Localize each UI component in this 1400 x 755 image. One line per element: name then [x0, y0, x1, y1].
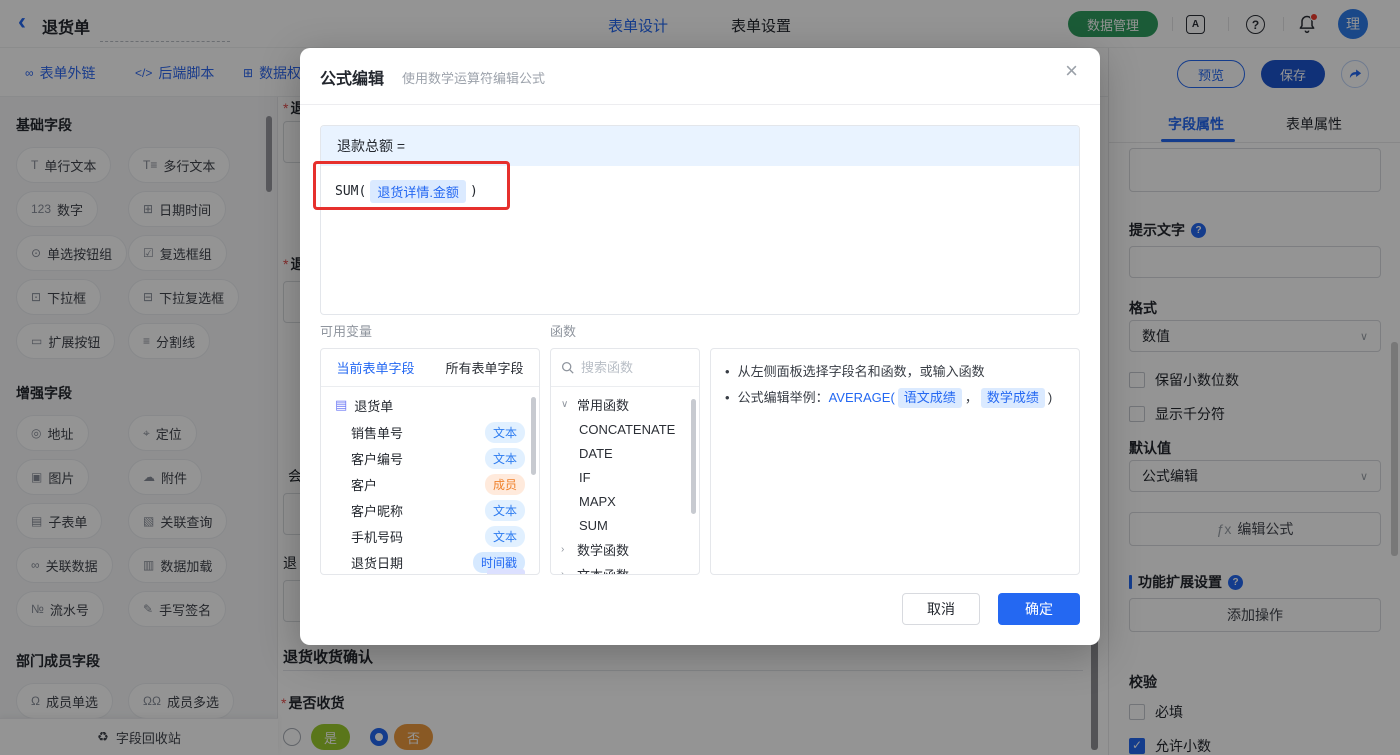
- formula-field-pill[interactable]: 退货详情.金额: [370, 180, 466, 203]
- variable-type-badge: 文本: [484, 525, 525, 547]
- variable-type-badge: 文本: [484, 421, 525, 443]
- variables-root-node[interactable]: ▤ 退货单: [321, 391, 539, 419]
- function-name: MAPX: [579, 493, 616, 509]
- function-group-common[interactable]: ∨ 常用函数: [551, 392, 699, 417]
- formula-target-bar: 退款总额 =: [321, 126, 1079, 166]
- app-root: ‹ 退货单 表单设计 表单设置 数据管理 A ? 理 ∞ 表单外链 </> 后端…: [0, 0, 1400, 755]
- tip-line-2: • 公式编辑举例：AVERAGE(语文成绩，数学成绩): [725, 385, 1065, 411]
- variable-row[interactable]: 客户昵称 文本: [321, 497, 539, 523]
- group-label: 文本函数: [577, 565, 629, 574]
- variables-tabs: 当前表单字段 所有表单字段: [321, 349, 539, 387]
- confirm-button[interactable]: 确定: [998, 593, 1080, 625]
- chevron-right-icon: ›: [561, 544, 565, 555]
- tip-close-paren: ): [1047, 390, 1053, 405]
- clipped-next-badge: [487, 569, 525, 574]
- variable-type-badge: 文本: [484, 499, 525, 521]
- function-group-math[interactable]: › 数学函数: [551, 537, 699, 562]
- chevron-right-icon: ›: [561, 569, 565, 575]
- formula-function-close: ): [469, 184, 478, 199]
- tip-function: AVERAGE(: [828, 390, 895, 405]
- formula-target: 退款总额 =: [337, 138, 406, 154]
- variables-panel: 当前表单字段 所有表单字段 ▤ 退货单 销售单号 文本 客户编号 文本 客户 成…: [320, 348, 540, 575]
- bullet: •: [725, 364, 730, 379]
- function-name: DATE: [579, 445, 613, 461]
- function-item[interactable]: IF: [551, 465, 699, 489]
- formula-function-open: SUM(: [335, 184, 367, 199]
- variable-name: 客户昵称: [351, 503, 404, 519]
- group-label: 数学函数: [577, 543, 630, 558]
- variable-row[interactable]: 手机号码 文本: [321, 523, 539, 549]
- variable-name: 销售单号: [351, 425, 404, 441]
- function-group-text[interactable]: › 文本函数: [551, 562, 699, 575]
- tab-current-form-fields[interactable]: 当前表单字段: [321, 349, 430, 386]
- tab-all-form-fields[interactable]: 所有表单字段: [430, 349, 539, 386]
- tip-comma: ，: [964, 390, 978, 405]
- variable-name: 手机号码: [351, 529, 404, 545]
- chevron-down-icon: ∨: [561, 399, 569, 410]
- cancel-button[interactable]: 取消: [902, 593, 980, 625]
- group-label: 常用函数: [577, 398, 630, 413]
- variable-type-badge: 成员: [484, 473, 525, 495]
- variable-row[interactable]: 销售单号 文本: [321, 419, 539, 445]
- tip-line-1: • 从左侧面板选择字段名和函数，或输入函数: [725, 359, 1065, 385]
- functions-panel: ∨ 常用函数 CONCATENATE DATE IF: [550, 348, 700, 575]
- close-icon[interactable]: ×: [1065, 60, 1078, 82]
- variables-scrollbar[interactable]: [531, 397, 536, 475]
- function-name: CONCATENATE: [579, 421, 676, 437]
- variable-row[interactable]: 客户编号 文本: [321, 445, 539, 471]
- function-items: CONCATENATE DATE IF MAPX SUM: [551, 417, 699, 537]
- variable-name: 退货日期: [351, 555, 404, 571]
- formula-expression[interactable]: SUM( 退货详情.金额 ): [321, 166, 1079, 217]
- root-label: 退货单: [354, 398, 394, 414]
- formula-edit-modal: 公式编辑 使用数学运算符编辑公式 × 退款总额 = SUM( 退货详情.金额 )…: [300, 48, 1100, 645]
- search-icon: [561, 361, 574, 374]
- variable-type-badge: 文本: [484, 447, 525, 469]
- variable-name: 客户: [351, 477, 378, 493]
- tip-prefix: 公式编辑举例：: [737, 390, 829, 405]
- function-item[interactable]: CONCATENATE: [551, 417, 699, 441]
- variables-label: 可用变量: [320, 324, 373, 339]
- function-name: IF: [579, 469, 591, 485]
- tips-panel: • 从左侧面板选择字段名和函数，或输入函数 • 公式编辑举例：AVERAGE(语…: [710, 348, 1080, 575]
- function-item[interactable]: DATE: [551, 441, 699, 465]
- functions-scrollbar[interactable]: [691, 399, 696, 514]
- function-item[interactable]: SUM: [551, 513, 699, 537]
- modal-subtitle: 使用数学运算符编辑公式: [402, 71, 546, 86]
- function-search[interactable]: [551, 349, 699, 387]
- functions-label: 函数: [550, 324, 577, 339]
- variable-name: 客户编号: [351, 451, 404, 467]
- form-icon: ▤: [335, 397, 348, 412]
- tip-field-pill: 语文成绩: [897, 388, 962, 408]
- function-item[interactable]: MAPX: [551, 489, 699, 513]
- function-name: SUM: [579, 517, 608, 533]
- variable-row[interactable]: 客户 成员: [321, 471, 539, 497]
- modal-title: 公式编辑: [320, 71, 385, 88]
- divider: [300, 104, 1100, 105]
- tip-field-pill: 数学成绩: [980, 388, 1045, 408]
- bullet: •: [725, 390, 730, 405]
- formula-editor[interactable]: 退款总额 = SUM( 退货详情.金额 ): [320, 125, 1080, 315]
- function-search-input[interactable]: [581, 360, 681, 375]
- variables-list: 销售单号 文本 客户编号 文本 客户 成员 客户昵称 文本 手机号码 文本 退货…: [321, 419, 539, 574]
